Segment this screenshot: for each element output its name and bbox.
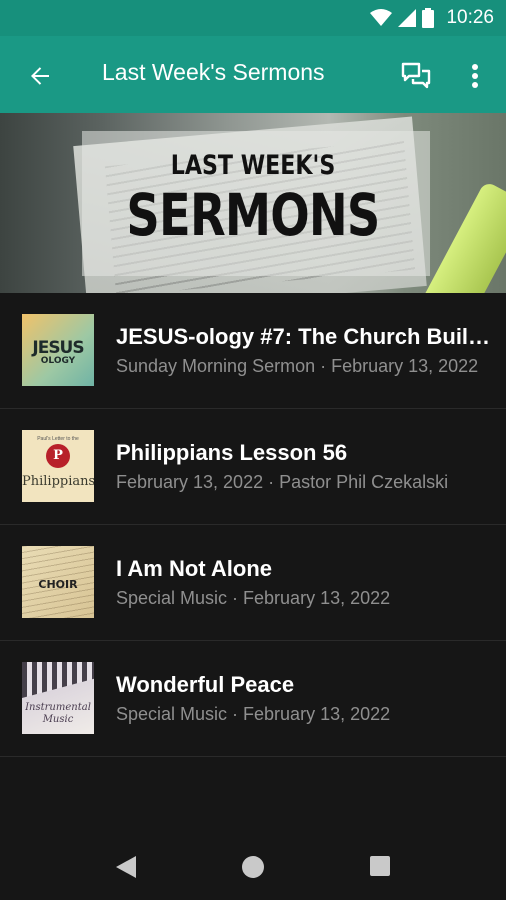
sermon-thumbnail: Instrumental Music [22, 662, 94, 734]
status-time: 10:26 [446, 7, 494, 28]
signal-icon [398, 9, 417, 27]
system-nav-bar [0, 830, 506, 900]
list-item[interactable]: CHOIR I Am Not Alone Special Music · Feb… [0, 525, 506, 641]
status-bar: 10:26 [0, 0, 506, 36]
list-item[interactable]: JESUS OLOGY JESUS-ology #7: The Church B… [0, 293, 506, 409]
more-options-button[interactable] [460, 58, 490, 94]
chat-icon [401, 62, 431, 89]
nav-back-icon[interactable] [114, 856, 138, 878]
nav-recents-icon[interactable] [370, 856, 390, 876]
back-button[interactable] [20, 56, 60, 96]
battery-icon [422, 8, 435, 28]
app-bar: Last Week's Sermons [0, 36, 506, 113]
sermon-thumbnail: JESUS OLOGY [22, 314, 94, 386]
banner-heading-large: SERMONS [126, 181, 380, 249]
wifi-icon [370, 9, 393, 26]
chat-button[interactable] [396, 58, 436, 94]
sermon-thumbnail: Paul's Letter to the P Philippians [22, 430, 94, 502]
nav-home-icon[interactable] [242, 856, 264, 878]
sermon-subtitle: Sunday Morning Sermon · February 13, 202… [116, 356, 479, 376]
status-icons: 10:26 [370, 6, 494, 30]
sermon-subtitle: Special Music · February 13, 2022 [116, 704, 391, 724]
sermon-title: JESUS-ology #7: The Church Building [116, 324, 492, 349]
banner-heading-small: LAST WEEK'S [170, 150, 336, 181]
sermon-list: JESUS OLOGY JESUS-ology #7: The Church B… [0, 293, 506, 757]
more-vert-icon [472, 64, 478, 88]
page-title: Last Week's Sermons [102, 59, 325, 85]
list-item[interactable]: Instrumental Music Wonderful Peace Speci… [0, 641, 506, 757]
list-item[interactable]: Paul's Letter to the P Philippians Phili… [0, 409, 506, 525]
arrow-back-icon [31, 67, 49, 85]
sermon-title: Philippians Lesson 56 [116, 440, 348, 465]
sermon-title: I Am Not Alone [116, 556, 273, 581]
sermon-title: Wonderful Peace [116, 672, 295, 697]
sermons-banner: LAST WEEK'S SERMONS [0, 113, 506, 293]
sermon-subtitle: Special Music · February 13, 2022 [116, 588, 391, 608]
sermon-thumbnail: CHOIR [22, 546, 94, 618]
sermon-subtitle: February 13, 2022 · Pastor Phil Czekalsk… [116, 472, 449, 492]
